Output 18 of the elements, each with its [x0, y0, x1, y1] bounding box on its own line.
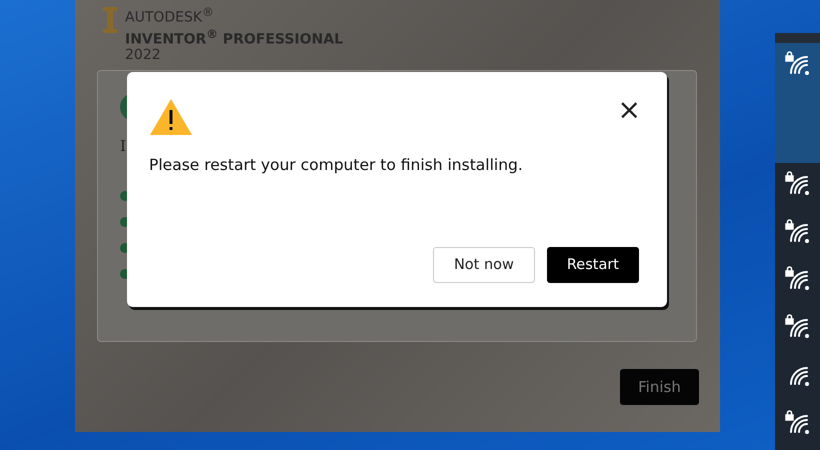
dialog-message: Please restart your computer to finish installing. [149, 156, 524, 174]
product-year: 2022 [125, 47, 162, 64]
brand-name: AUTODESK$^{®}$ [125, 4, 215, 26]
warning-icon [149, 98, 193, 136]
network-item[interactable] [775, 33, 820, 163]
restart-button[interactable]: Restart [546, 247, 639, 283]
locked-wifi-icon [785, 410, 811, 434]
logo-icon [103, 7, 117, 33]
finish-button[interactable]: Finish [620, 369, 699, 405]
locked-wifi-icon [785, 51, 811, 75]
close-button[interactable]: × [614, 98, 645, 122]
locked-wifi-icon [785, 218, 811, 243]
product-name: INVENTOR$^{®}$ PROFESSIONAL [125, 26, 344, 48]
card-text: I [120, 137, 127, 155]
locked-wifi-icon [785, 266, 811, 290]
locked-wifi-icon [785, 170, 811, 195]
not-now-button[interactable]: Not now [432, 247, 535, 283]
locked-wifi-icon [785, 314, 811, 338]
